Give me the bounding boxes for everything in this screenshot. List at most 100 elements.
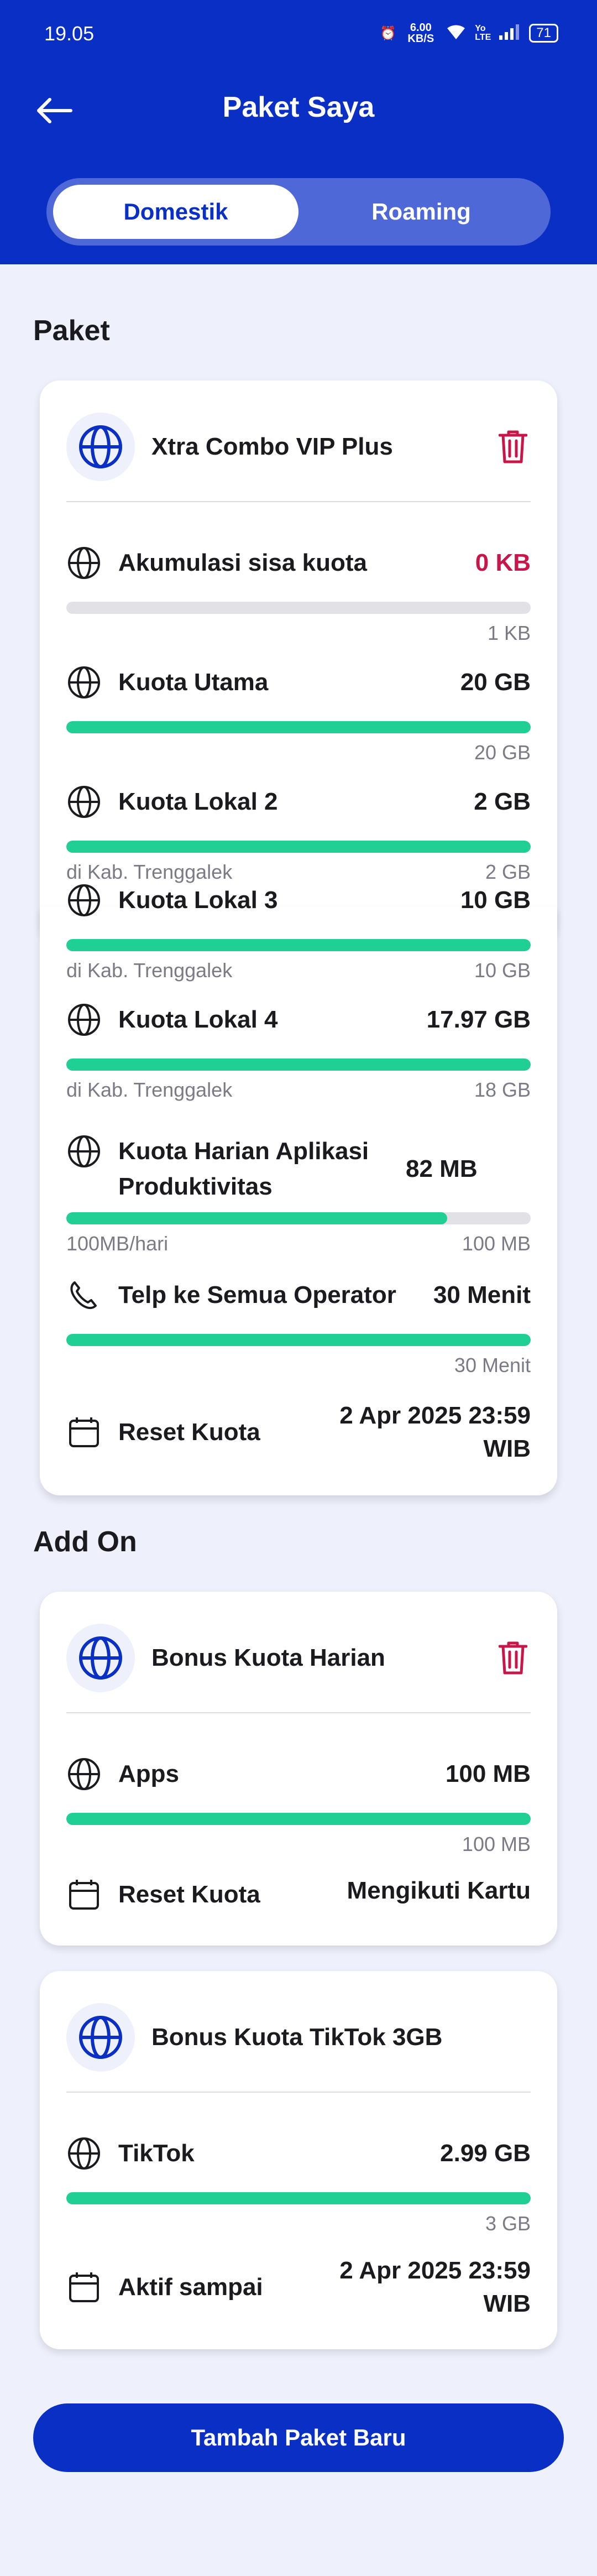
addon-card-harian: Bonus Kuota Harian Apps 100 MB 100 MB Re… bbox=[40, 1592, 557, 1946]
quota-value: 2.99 GB bbox=[440, 2140, 531, 2167]
addon-header: Bonus Kuota TikTok 3GB bbox=[66, 2003, 531, 2072]
tab-roaming[interactable]: Roaming bbox=[298, 185, 544, 239]
active-timezone: WIB bbox=[483, 2290, 531, 2317]
globe-icon bbox=[66, 883, 102, 918]
tab-domestik[interactable]: Domestik bbox=[53, 185, 298, 239]
quota-row-utama: Kuota Utama 20 GB 20 GB bbox=[66, 665, 531, 764]
quota-total: 2 GB bbox=[485, 861, 531, 883]
alarm-icon: ⏰ bbox=[380, 25, 397, 41]
tab-bar: Domestik Roaming bbox=[46, 178, 551, 246]
calendar-icon bbox=[66, 1877, 102, 1912]
quota-total: 1 KB bbox=[487, 622, 531, 644]
add-package-button[interactable]: Tambah Paket Baru bbox=[33, 2403, 564, 2472]
battery-level: 71 bbox=[529, 24, 558, 43]
quota-row-lokal-2: Kuota Lokal 2 2 GB di Kab. Trenggalek 2 G… bbox=[66, 784, 531, 883]
quota-value: 2 GB bbox=[474, 788, 531, 815]
quota-total: 3 GB bbox=[485, 2212, 531, 2235]
globe-icon bbox=[66, 2136, 102, 2171]
status-icons: ⏰ 6.00 KB/S Yo LTE 71 bbox=[380, 22, 558, 44]
quota-value: 30 Menit bbox=[433, 1281, 531, 1308]
quota-bar bbox=[66, 602, 531, 614]
quota-row-harian-aplikasi: Kuota Harian Aplikasi Produktivitas 82 M… bbox=[66, 1134, 531, 1255]
quota-bar-fill bbox=[66, 841, 531, 853]
quota-bar-fill bbox=[66, 1813, 531, 1825]
section-title-paket: Paket bbox=[33, 315, 110, 347]
network-type: Yo LTE bbox=[475, 24, 491, 42]
delete-button[interactable] bbox=[495, 1640, 531, 1676]
section-title-addon: Add On bbox=[33, 1526, 137, 1558]
trash-icon bbox=[499, 1641, 527, 1675]
reset-timezone: WIB bbox=[483, 1435, 531, 1462]
quota-bar bbox=[66, 2192, 531, 2204]
trash-icon bbox=[499, 430, 527, 463]
addon-name: Bonus Kuota Harian bbox=[151, 1644, 385, 1671]
addon-header: Bonus Kuota Harian bbox=[66, 1624, 531, 1692]
quota-label: Apps bbox=[118, 1760, 179, 1787]
quota-label: Kuota Lokal 3 bbox=[118, 887, 278, 914]
quota-row-lokal-3: Kuota Lokal 3 10 GB di Kab. Trenggalek 10… bbox=[66, 883, 531, 982]
app-header: 19.05 ⏰ 6.00 KB/S Yo LTE 71 Paket Saya D… bbox=[0, 0, 597, 264]
quota-value: 17.97 GB bbox=[426, 1006, 531, 1033]
quota-bar bbox=[66, 1058, 531, 1071]
quota-bar bbox=[66, 1334, 531, 1346]
divider bbox=[66, 501, 531, 502]
calendar-icon bbox=[66, 2270, 102, 2305]
reset-date: 2 Apr 2025 23:59 bbox=[339, 1402, 531, 1429]
active-label: Aktif sampai bbox=[118, 2273, 263, 2301]
active-date: 2 Apr 2025 23:59 bbox=[339, 2257, 531, 2284]
delete-button[interactable] bbox=[495, 429, 531, 465]
quota-bar-fill bbox=[66, 1334, 531, 1346]
network-speed: 6.00 KB/S bbox=[407, 22, 434, 45]
quota-label: Kuota Harian Aplikasi Produktivitas bbox=[118, 1138, 369, 1200]
quota-total: 20 GB bbox=[474, 741, 531, 764]
page-title: Paket Saya bbox=[222, 91, 375, 123]
quota-bar bbox=[66, 841, 531, 853]
quota-note: 100MB/hari bbox=[66, 1232, 169, 1255]
quota-bar-fill bbox=[66, 939, 531, 951]
quota-label: Kuota Utama bbox=[118, 669, 269, 696]
quota-value: 0 KB bbox=[475, 549, 531, 576]
reset-value: 2 Apr 2025 23:59 WIB bbox=[339, 1399, 531, 1466]
divider bbox=[66, 1712, 531, 1713]
reset-row: Reset Kuota Mengikuti Kartu bbox=[66, 1877, 531, 1912]
addon-name: Bonus Kuota TikTok 3GB bbox=[151, 2024, 443, 2051]
quota-bar bbox=[66, 1813, 531, 1825]
package-card: Xtra Combo VIP Plus Akumulasi sisa kuota… bbox=[40, 380, 557, 942]
reset-value: Mengikuti Kartu bbox=[347, 1877, 531, 1904]
quota-row-akumulasi: Akumulasi sisa kuota 0 KB 1 KB bbox=[66, 545, 531, 644]
quota-row-lokal-4: Kuota Lokal 4 17.97 GB di Kab. Trenggale… bbox=[66, 1002, 531, 1101]
quota-bar bbox=[66, 1212, 531, 1224]
quota-row-tiktok: TikTok 2.99 GB 3 GB bbox=[66, 2136, 531, 2235]
calendar-icon bbox=[66, 1415, 102, 1450]
globe-icon bbox=[66, 1134, 102, 1169]
quota-label: TikTok bbox=[118, 2140, 195, 2167]
quota-value: 82 MB bbox=[406, 1155, 478, 1182]
package-card-continued: Kuota Lokal 3 10 GB di Kab. Trenggalek 10… bbox=[40, 884, 557, 1495]
quota-total: 10 GB bbox=[474, 959, 531, 982]
package-header: Xtra Combo VIP Plus bbox=[66, 413, 531, 481]
package-globe-icon bbox=[66, 413, 135, 481]
divider bbox=[66, 2092, 531, 2093]
addon-globe-icon bbox=[66, 1624, 135, 1692]
active-value: 2 Apr 2025 23:59 WIB bbox=[339, 2254, 531, 2321]
globe-icon bbox=[66, 665, 102, 700]
addon-globe-icon bbox=[66, 2003, 135, 2072]
wifi-icon bbox=[445, 23, 467, 44]
phone-icon bbox=[66, 1277, 102, 1313]
quota-label: Akumulasi sisa kuota bbox=[118, 549, 367, 576]
status-time: 19.05 bbox=[44, 22, 95, 45]
signal-icon bbox=[499, 23, 521, 44]
quota-note: di Kab. Trenggalek bbox=[66, 959, 233, 982]
reset-label: Reset Kuota bbox=[118, 1419, 260, 1446]
quota-note: di Kab. Trenggalek bbox=[66, 1078, 233, 1101]
globe-icon bbox=[66, 1756, 102, 1792]
globe-icon bbox=[66, 1002, 102, 1037]
quota-row-telp: Telp ke Semua Operator 30 Menit 30 Menit bbox=[66, 1277, 531, 1376]
quota-total: 18 GB bbox=[474, 1078, 531, 1101]
quota-bar-fill bbox=[66, 721, 531, 733]
addon-card-tiktok: Bonus Kuota TikTok 3GB TikTok 2.99 GB 3 … bbox=[40, 1971, 557, 2349]
reset-label: Reset Kuota bbox=[118, 1881, 260, 1908]
active-until-row: Aktif sampai 2 Apr 2025 23:59 WIB bbox=[66, 2254, 531, 2321]
quota-note: di Kab. Trenggalek bbox=[66, 861, 233, 883]
reset-row: Reset Kuota 2 Apr 2025 23:59 WIB bbox=[66, 1399, 531, 1466]
